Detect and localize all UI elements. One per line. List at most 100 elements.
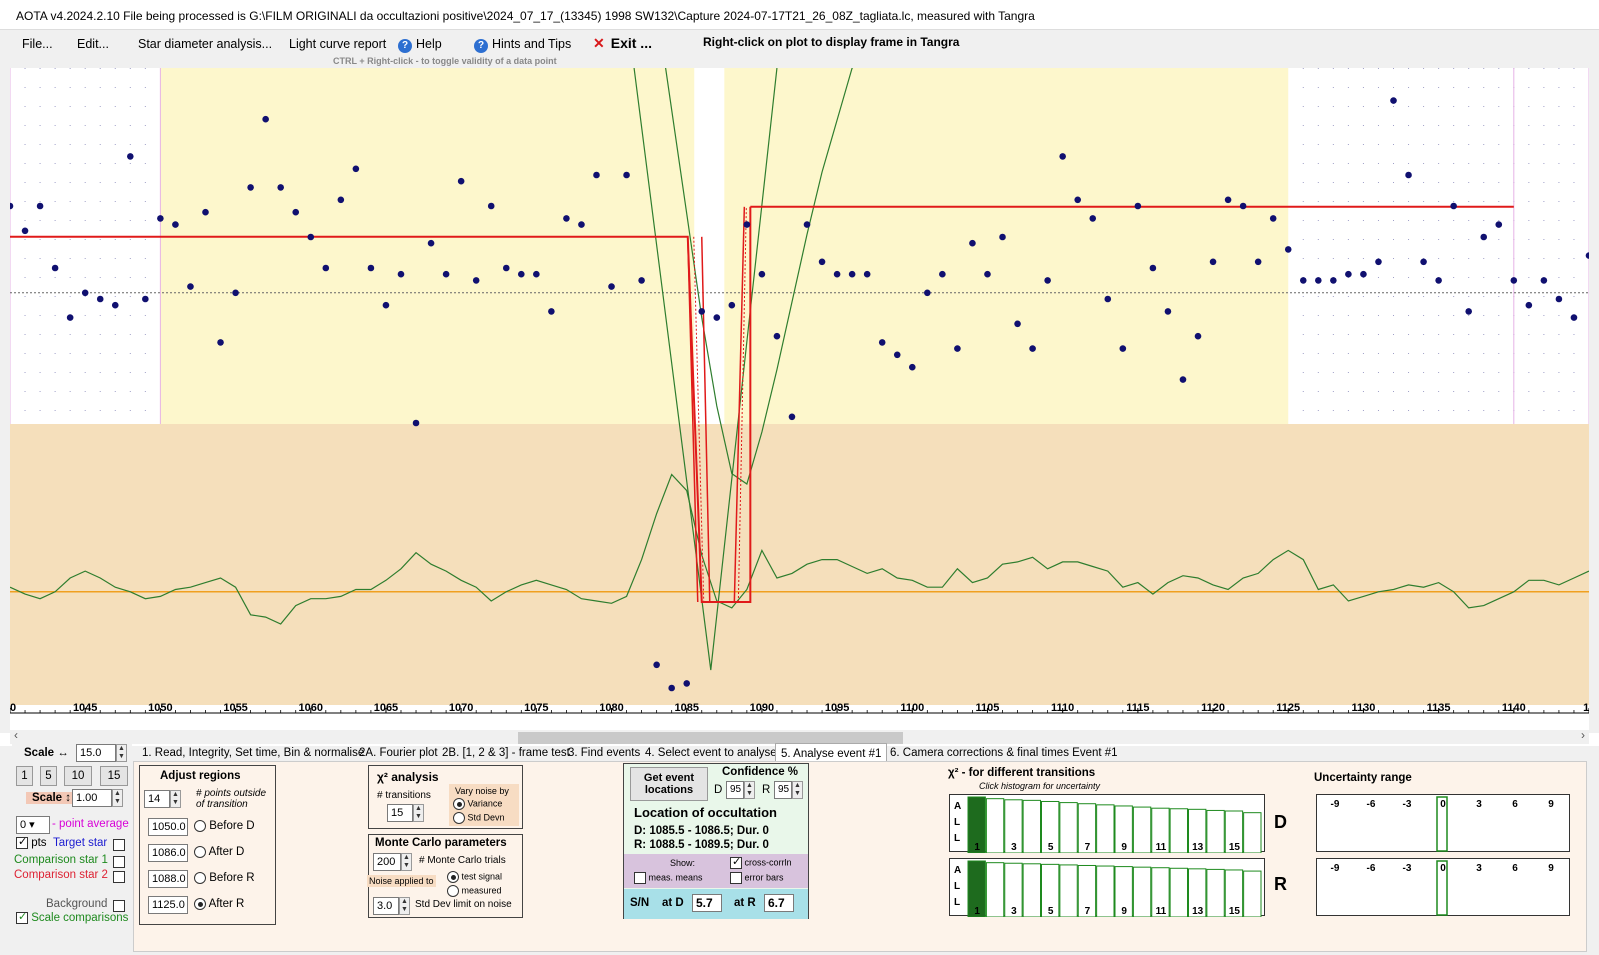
- tab-select-event[interactable]: 4. Select event to analyse: [640, 743, 782, 763]
- menu-hints[interactable]: ? Hints and Tips: [474, 37, 571, 53]
- menu-file[interactable]: File...: [22, 37, 53, 51]
- menu-exit[interactable]: ✕ Exit ...: [593, 35, 652, 52]
- chi2-d-histogram-chart[interactable]: ALL1 3 5 7 9 11 13 15: [950, 795, 1266, 854]
- scale-preset-15[interactable]: 15: [100, 766, 128, 786]
- transitions-input[interactable]: 15: [387, 804, 413, 822]
- target-data-point: [457, 177, 465, 185]
- variance-option[interactable]: Variance: [453, 798, 502, 810]
- confidence-r-spinner[interactable]: ▲ ▼: [792, 781, 803, 799]
- histogram-tick-label: 15: [1229, 906, 1241, 917]
- after-d-option[interactable]: After D: [194, 846, 244, 858]
- comparison-panel-band: [10, 424, 1589, 705]
- after-d-radio[interactable]: [194, 846, 206, 858]
- test-signal-radio[interactable]: [447, 871, 459, 883]
- scale-preset-1[interactable]: 1: [16, 766, 33, 786]
- std-devn-option[interactable]: Std Devn: [453, 812, 505, 824]
- menu-edit[interactable]: Edit...: [77, 37, 109, 51]
- background-checkbox[interactable]: [113, 900, 125, 912]
- scale-comparisons-checkbox[interactable]: [16, 910, 28, 924]
- location-title: Location of occultation: [634, 805, 777, 820]
- measured-radio[interactable]: [447, 885, 459, 897]
- before-r-option[interactable]: Before R: [194, 872, 255, 884]
- scroll-right-icon[interactable]: ›: [1581, 728, 1585, 742]
- stddev-limit-input[interactable]: 3.0: [373, 897, 399, 915]
- v-scale-spinner[interactable]: ▲ ▼: [112, 789, 123, 807]
- chi2-hist-subtitle: Click histogram for uncertainty: [979, 781, 1101, 791]
- mc-trials-input[interactable]: 200: [373, 853, 401, 871]
- variance-radio[interactable]: [453, 798, 465, 810]
- points-outside-spinner[interactable]: ▲ ▼: [170, 790, 181, 808]
- meas-means-option[interactable]: meas. means: [634, 872, 703, 884]
- h-scale-spinner[interactable]: ▲ ▼: [116, 744, 127, 762]
- scale-preset-10[interactable]: 10: [64, 766, 92, 786]
- uncertainty-d-chart[interactable]: -9 -6 -3 0 3 6 9: [1316, 794, 1570, 852]
- error-bars-option[interactable]: error bars: [730, 872, 784, 884]
- uncertainty-r-chart[interactable]: -9 -6 -3 0 3 6 9: [1316, 858, 1570, 916]
- target-data-point: [758, 270, 766, 278]
- uncertainty-d-chart-svg[interactable]: -9 -6 -3 0 3 6 9: [1317, 795, 1571, 853]
- confidence-d-input[interactable]: 95: [726, 781, 744, 799]
- comp1-checkbox[interactable]: [113, 856, 125, 868]
- menu-star-diameter[interactable]: Star diameter analysis...: [138, 37, 272, 51]
- comp2-checkbox[interactable]: [113, 871, 125, 883]
- measured-option[interactable]: measured: [447, 885, 502, 897]
- h-scale-input[interactable]: 15.0: [76, 744, 116, 762]
- target-data-point: [969, 239, 976, 247]
- before-d-radio[interactable]: [194, 820, 206, 832]
- meas-means-checkbox[interactable]: [634, 872, 646, 884]
- pts-checkbox[interactable]: [16, 835, 28, 849]
- get-event-locations-button[interactable]: Get event locations: [630, 767, 708, 801]
- cross-corrln-checkbox[interactable]: [730, 855, 742, 869]
- tab-fourier[interactable]: 2A. Fourier plot: [354, 743, 443, 763]
- tab-find-events[interactable]: 3. Find events: [563, 743, 645, 763]
- cross-corrln-option[interactable]: cross-corrln: [730, 855, 792, 869]
- light-curve-plot[interactable]: 4010451050105510601065107010751080108510…: [10, 68, 1589, 730]
- points-outside-input[interactable]: 14: [144, 790, 170, 808]
- point-average-select[interactable]: 0 ▾: [16, 816, 50, 834]
- tab-read[interactable]: 1. Read, Integrity, Set time, Bin & norm…: [137, 743, 369, 763]
- before-r-radio[interactable]: [194, 872, 206, 884]
- background-label: Background: [46, 898, 108, 910]
- plot-horizontal-scrollbar[interactable]: ‹ ›: [10, 728, 1589, 744]
- scroll-left-icon[interactable]: ‹: [14, 728, 18, 742]
- target-data-point: [999, 233, 1006, 241]
- menu-help[interactable]: ? Help: [398, 37, 442, 53]
- before-d-option[interactable]: Before D: [194, 820, 255, 832]
- confidence-r-input[interactable]: 95: [774, 781, 792, 799]
- menu-light-curve-report[interactable]: Light curve report: [289, 37, 386, 51]
- scale-controls: Scale ↔ 15.0 ▲ ▼ 1 5 10 15 Scale ↕ 1.00 ▲…: [12, 744, 132, 949]
- transitions-spinner[interactable]: ▲ ▼: [413, 804, 424, 822]
- target-data-point: [172, 221, 179, 228]
- confidence-d-spinner[interactable]: ▲ ▼: [744, 781, 755, 799]
- target-star-checkbox[interactable]: [113, 839, 125, 851]
- after-r-option[interactable]: After R: [194, 898, 244, 910]
- window-title: AOTA v4.2024.2.10 File being processed i…: [16, 9, 1035, 23]
- stddev-limit-label: Std Dev limit on noise: [415, 899, 512, 910]
- target-data-point: [878, 339, 886, 346]
- mc-trials-spinner[interactable]: ▲ ▼: [401, 853, 412, 871]
- scale-preset-5[interactable]: 5: [40, 766, 57, 786]
- tab-camera-corrections[interactable]: 6. Camera corrections & final times Even…: [885, 743, 1123, 763]
- histogram-tick-label: 1: [974, 842, 980, 853]
- tab-frame-test[interactable]: 2B. [1, 2 & 3] - frame test: [437, 743, 575, 763]
- target-data-point: [653, 661, 660, 669]
- histogram-tick-label: 3: [1011, 842, 1017, 853]
- histogram-bar: [1206, 809, 1225, 854]
- chi2-d-histogram[interactable]: A L L 1 3 5 7 9 11 13 15: [949, 794, 1266, 854]
- error-bars-checkbox[interactable]: [730, 872, 742, 884]
- aota-window: AOTA v4.2024.2.10 File being processed i…: [0, 0, 1599, 955]
- target-data-point: [593, 171, 600, 179]
- tab-analyse-event[interactable]: 5. Analyse event #1: [775, 743, 888, 763]
- target-data-point: [1149, 264, 1157, 272]
- after-r-radio[interactable]: [194, 898, 206, 910]
- histogram-bar: [1022, 863, 1041, 918]
- chi2-r-histogram-chart[interactable]: ALL1 3 5 7 9 11 13 15: [950, 859, 1266, 918]
- target-data-point: [36, 202, 44, 210]
- stddev-limit-spinner[interactable]: ▲ ▼: [399, 897, 410, 915]
- v-scale-input[interactable]: 1.00: [72, 789, 112, 807]
- chi2-r-histogram[interactable]: A L L 1 3 5 7 9 11 13 15: [949, 858, 1266, 918]
- test-signal-option[interactable]: test signal: [447, 871, 502, 883]
- target-data-point: [232, 289, 239, 297]
- std-devn-radio[interactable]: [453, 812, 465, 824]
- uncertainty-r-chart-svg[interactable]: -9 -6 -3 0 3 6 9: [1317, 859, 1571, 917]
